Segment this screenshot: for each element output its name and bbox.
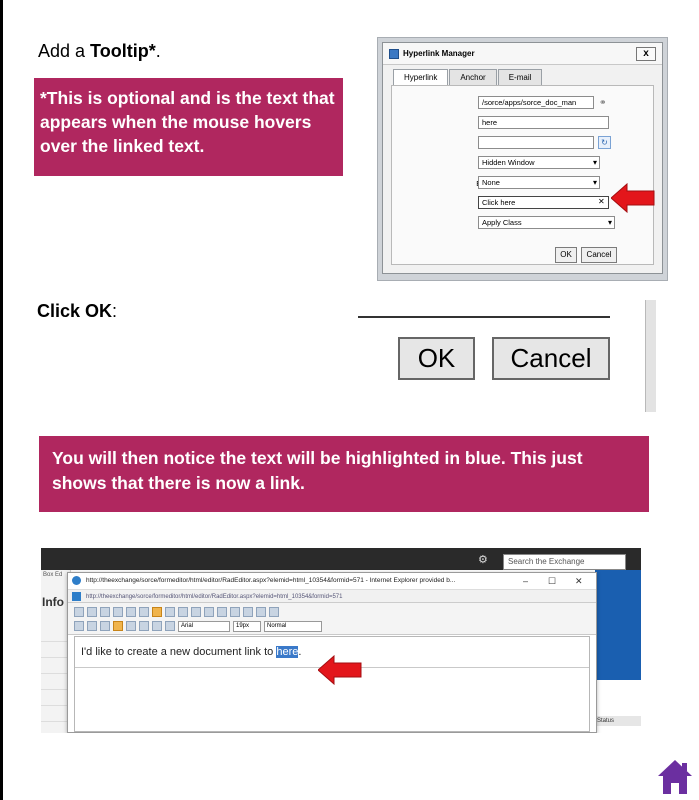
optional-note-text: *This is optional and is the text that a… — [40, 88, 335, 156]
side-crumb: Box Ed — [43, 572, 63, 578]
align-left-icon[interactable] — [74, 621, 84, 631]
justify-icon[interactable] — [113, 621, 123, 631]
editor-text-before: I'd like to create a new document link t… — [81, 646, 277, 658]
image-icon[interactable] — [139, 607, 149, 617]
dialog-body: URL /sorce/apps/sorce_doc_man ⚭ Link Tex… — [391, 85, 654, 265]
existing-anchor-select[interactable]: None — [478, 176, 600, 189]
bullet-list-icon[interactable] — [165, 621, 175, 631]
toolbar-row-1 — [74, 605, 590, 619]
target-row: Target Hidden Window — [392, 156, 653, 171]
click-ok-bold: Click OK — [37, 301, 113, 321]
copy-icon[interactable] — [113, 607, 123, 617]
zoom-ok-button[interactable]: OK — [398, 337, 475, 380]
underline-icon[interactable] — [217, 607, 227, 617]
browser-icon — [72, 576, 81, 585]
result-note-callout: You will then notice the text will be hi… — [39, 436, 649, 512]
click-ok-suffix: : — [112, 301, 118, 321]
outdent-icon[interactable] — [139, 621, 149, 631]
dialog-app-icon — [389, 48, 399, 59]
url-input[interactable]: /sorce/apps/sorce_doc_man — [478, 96, 594, 109]
css-class-select[interactable]: Apply Class — [478, 216, 615, 229]
side-title: Info — [42, 595, 64, 609]
minimize-icon[interactable]: – — [523, 573, 528, 589]
id-input[interactable] — [478, 136, 594, 149]
editor-text-after: . — [298, 646, 302, 658]
url-row: URL /sorce/apps/sorce_doc_man ⚭ — [392, 96, 653, 111]
address-text: http://theexchange/sorce/formeditor/html… — [86, 594, 343, 600]
link-text-input[interactable]: here — [478, 116, 609, 129]
step-click-ok-heading: Click OK: — [37, 301, 117, 322]
tab-anchor[interactable]: Anchor — [449, 69, 497, 85]
site-search-input[interactable]: Search the Exchange — [503, 554, 626, 570]
close-icon[interactable]: ✕ — [575, 573, 583, 589]
maximize-icon[interactable]: ☐ — [548, 573, 556, 589]
address-bar[interactable]: http://theexchange/sorce/formeditor/html… — [68, 589, 596, 603]
red-arrow-icon — [611, 183, 655, 213]
result-note-text: You will then notice the text will be hi… — [52, 448, 583, 493]
home-icon[interactable] — [656, 758, 694, 800]
dialog-ok-button[interactable]: OK — [555, 247, 577, 263]
dialog-title: Hyperlink Manager — [403, 49, 475, 58]
indent-icon[interactable] — [126, 621, 136, 631]
red-arrow-icon — [318, 655, 362, 685]
dialog-titlebar: Hyperlink Manager — [383, 43, 662, 65]
media-icon[interactable] — [178, 607, 188, 617]
zoom-scroll-edge — [645, 300, 656, 412]
paste-icon[interactable] — [126, 607, 136, 617]
left-border-rule — [0, 0, 3, 800]
save-icon[interactable] — [74, 607, 84, 617]
align-center-icon[interactable] — [87, 621, 97, 631]
target-select[interactable]: Hidden Window — [478, 156, 600, 169]
heading-suffix: . — [155, 41, 161, 61]
font-name-select[interactable]: Arial — [178, 620, 230, 632]
undo-icon[interactable] — [243, 607, 253, 617]
dialog-cancel-button[interactable]: Cancel — [581, 247, 617, 263]
dialog-close-button[interactable]: x — [636, 47, 656, 61]
zoom-cancel-button[interactable]: Cancel — [492, 337, 610, 380]
id-row: ID ↻ — [392, 136, 653, 151]
find-icon[interactable] — [269, 607, 279, 617]
table-icon[interactable] — [165, 607, 175, 617]
redo-icon[interactable] — [256, 607, 266, 617]
editor-text: I'd like to create a new document link t… — [81, 646, 301, 658]
bold-icon[interactable] — [191, 607, 201, 617]
zoom-divider — [358, 316, 610, 318]
numbered-list-icon[interactable] — [152, 621, 162, 631]
cut-icon[interactable] — [100, 607, 110, 617]
spellcheck-icon[interactable] — [87, 607, 97, 617]
url-link-icon[interactable]: ⚭ — [599, 97, 607, 108]
link-text-row: Link Text here — [392, 116, 653, 131]
editor-window-title: http://theexchange/sorce/formeditor/html… — [86, 577, 456, 584]
page-icon — [72, 592, 81, 601]
tooltip-clear-icon[interactable]: ✕ — [598, 197, 605, 206]
step-add-tooltip-heading: Add a Tooltip*. — [38, 41, 161, 62]
hyperlink-manager-dialog: Hyperlink Manager x Hyperlink Anchor E-m… — [382, 42, 663, 274]
heading-prefix: Add a — [38, 41, 91, 61]
editor-screenshot: ⚙ Search the Exchange Box Ed Info Status… — [41, 548, 641, 733]
editor-window-titlebar: http://theexchange/sorce/formeditor/html… — [68, 573, 596, 589]
hyperlink-icon[interactable] — [152, 607, 162, 617]
highlighted-link-text[interactable]: here — [276, 646, 299, 658]
align-right-icon[interactable] — [100, 621, 110, 631]
tab-hyperlink[interactable]: Hyperlink — [393, 69, 449, 85]
dialog-tabs: Hyperlink Anchor E-mail — [393, 69, 543, 85]
heading-bold: Tooltip* — [90, 41, 156, 61]
paragraph-style-select[interactable]: Normal — [264, 620, 322, 632]
editor-toolbar: Arial 19px Normal — [68, 603, 596, 635]
italic-icon[interactable] — [204, 607, 214, 617]
editor-window: http://theexchange/sorce/formeditor/html… — [67, 572, 597, 733]
hyperlink-manager-screenshot: Hyperlink Manager x Hyperlink Anchor E-m… — [377, 37, 668, 281]
tooltip-input[interactable]: Click here — [478, 196, 609, 209]
font-size-select[interactable]: 19px — [233, 620, 261, 632]
toolbar-row-2: Arial 19px Normal — [74, 619, 590, 633]
optional-note-callout: *This is optional and is the text that a… — [34, 78, 343, 176]
gear-icon[interactable]: ⚙ — [478, 553, 488, 566]
css-class-row: CSS Class Apply Class — [392, 216, 653, 231]
status-label: Status — [595, 716, 641, 726]
font-color-icon[interactable] — [230, 607, 240, 617]
tab-email[interactable]: E-mail — [497, 69, 543, 85]
ok-cancel-zoom-screenshot: OK Cancel — [358, 300, 656, 412]
refresh-icon[interactable]: ↻ — [598, 136, 611, 149]
site-blue-panel — [595, 570, 641, 680]
